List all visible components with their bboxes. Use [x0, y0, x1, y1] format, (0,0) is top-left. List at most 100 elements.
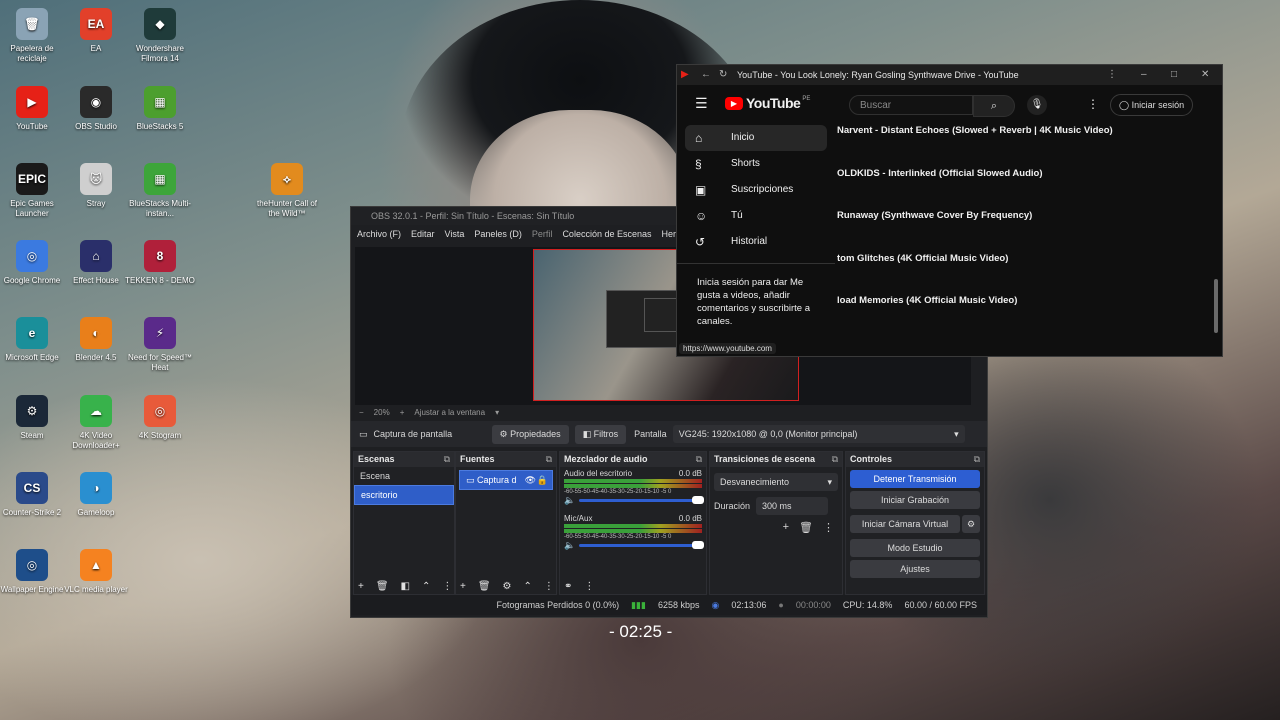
add-icon[interactable]: +: [358, 581, 364, 592]
desktop-icon[interactable]: e Microsoft Edge: [0, 317, 67, 363]
desktop-icon[interactable]: ⌂ Effect House: [61, 240, 131, 286]
desktop-icon[interactable]: ▶ YouTube: [0, 86, 67, 132]
move-up-icon[interactable]: ⌃: [524, 581, 532, 592]
desktop-icon[interactable]: ⟡ theHunter Call of the Wild™: [252, 163, 322, 219]
speaker-icon[interactable]: 🔈: [564, 540, 575, 551]
desktop-icon[interactable]: ☁ 4K Video Downloader+: [61, 395, 131, 451]
desktop-icon[interactable]: ◐ Blender 4.5: [61, 317, 131, 363]
more-icon[interactable]: ⋮: [584, 581, 594, 592]
desktop-icon[interactable]: ◆ Wondershare Filmora 14: [125, 8, 195, 64]
more-icon[interactable]: ⋮: [1107, 65, 1117, 85]
properties-button[interactable]: ⚙ Propiedades: [491, 424, 569, 444]
link-icon[interactable]: ⚭: [564, 581, 572, 592]
desktop-icon[interactable]: ◉ OBS Studio: [61, 86, 131, 132]
reload-icon[interactable]: ↻: [719, 65, 727, 85]
maximize-icon[interactable]: □: [1171, 65, 1177, 85]
desktop-icon[interactable]: ▦ BlueStacks Multi-instan...: [125, 163, 195, 219]
guide-item-tu[interactable]: ☺ Tú: [685, 203, 827, 229]
guide-item-inicio[interactable]: ⌂ Inicio: [685, 125, 827, 151]
transition-select[interactable]: Desvanecimiento ▾: [714, 473, 838, 491]
microphone-icon[interactable]: 🎙: [1027, 95, 1047, 115]
speaker-icon[interactable]: 🔈: [564, 495, 575, 506]
desktop-icon[interactable]: ◎ Wallpaper Engine: [0, 549, 67, 595]
add-icon[interactable]: +: [460, 581, 466, 592]
undock-icon[interactable]: ⧉: [832, 452, 838, 467]
desktop-icon[interactable]: ◎ Google Chrome: [0, 240, 67, 286]
volume-slider-handle[interactable]: [692, 496, 704, 504]
undock-icon[interactable]: ⧉: [546, 452, 552, 467]
gear-icon[interactable]: ⚙: [503, 581, 512, 592]
desktop-icon[interactable]: ⚡ Need for Speed™ Heat: [125, 317, 195, 373]
display-select[interactable]: VG245: 1920x1080 @ 0,0 (Monitor principa…: [672, 425, 965, 443]
menu-perfil[interactable]: Perfil: [532, 225, 553, 243]
source-item[interactable]: ▭ Captura d 👁 🔒: [459, 470, 553, 490]
volume-slider-handle[interactable]: [692, 541, 704, 549]
desktop-icon[interactable]: ⚙ Steam: [0, 395, 67, 441]
lock-icon[interactable]: 🔒: [537, 471, 548, 489]
undock-icon[interactable]: ⧉: [974, 452, 980, 467]
guide-item-suscripciones[interactable]: ▣ Suscripciones: [685, 177, 827, 203]
video-item[interactable]: OLDKIDS - Interlinked (Official Slowed A…: [837, 168, 1197, 211]
volume-slider[interactable]: [579, 496, 704, 504]
studio-mode-button[interactable]: Modo Estudio: [850, 539, 980, 557]
move-up-icon[interactable]: ⌃: [422, 581, 430, 592]
youtube-logo[interactable]: ▶ YouTube PE: [725, 95, 810, 111]
menu-icon[interactable]: ☰: [695, 95, 708, 112]
more-icon[interactable]: ⋮: [442, 581, 452, 592]
undock-icon[interactable]: ⧉: [444, 452, 450, 467]
desktop-icon[interactable]: ▦ BlueStacks 5: [125, 86, 195, 132]
desktop-icon[interactable]: CS Counter-Strike 2: [0, 472, 67, 518]
menu-coleccion-escenas[interactable]: Colección de Escenas: [562, 225, 651, 243]
chevron-down-icon[interactable]: ▾: [495, 408, 499, 417]
zoom-fit[interactable]: Ajustar a la ventana: [414, 408, 485, 417]
scene-item-selected[interactable]: escritorio: [354, 485, 454, 505]
menu-archivo[interactable]: Archivo (F): [357, 225, 401, 243]
more-icon[interactable]: ⋮: [544, 581, 554, 592]
desktop-icon[interactable]: EPIC Epic Games Launcher: [0, 163, 67, 219]
scrollbar[interactable]: [1214, 279, 1218, 333]
guide-item-shorts[interactable]: § Shorts: [685, 151, 827, 177]
guide-item-historial[interactable]: ↺ Historial: [685, 229, 827, 255]
back-icon[interactable]: ←: [701, 65, 711, 85]
menu-editar[interactable]: Editar: [411, 225, 435, 243]
duration-input[interactable]: 300 ms: [756, 497, 829, 515]
add-icon[interactable]: +: [783, 521, 789, 534]
zoom-out-button[interactable]: −: [359, 408, 364, 417]
trash-icon[interactable]: 🗑: [478, 581, 491, 592]
stop-streaming-button[interactable]: Detener Transmisión: [850, 470, 980, 488]
video-item[interactable]: Runaway (Synthwave Cover By Frequency): [837, 210, 1197, 253]
menu-vista[interactable]: Vista: [445, 225, 465, 243]
zoom-in-button[interactable]: +: [400, 408, 405, 417]
trash-icon[interactable]: 🗑: [799, 521, 813, 534]
eye-icon[interactable]: 👁: [525, 471, 536, 489]
volume-slider[interactable]: [579, 541, 704, 549]
desktop-icon[interactable]: ◎ 4K Stogram: [125, 395, 195, 441]
video-item[interactable]: load Memories (4K Official Music Video): [837, 295, 1197, 338]
start-recording-button[interactable]: Iniciar Grabación: [850, 491, 980, 509]
filter-icon[interactable]: ◧: [401, 581, 410, 592]
desktop-icon[interactable]: EA EA: [61, 8, 131, 54]
undock-icon[interactable]: ⧉: [696, 452, 702, 467]
desktop-icon[interactable]: 🗑 Papelera de reciclaje: [0, 8, 67, 64]
search-icon[interactable]: ⌕: [973, 95, 1015, 117]
desktop-icon[interactable]: ◑ Gameloop: [61, 472, 131, 518]
gear-icon[interactable]: ⚙: [962, 515, 980, 533]
scene-item[interactable]: Escena: [354, 467, 454, 485]
settings-button[interactable]: Ajustes: [850, 560, 980, 578]
signin-button[interactable]: ◯ Iniciar sesión: [1110, 94, 1194, 116]
youtube-title-bar[interactable]: ▶ ← ↻ YouTube - You Look Lonely: Ryan Go…: [677, 65, 1222, 85]
desktop-icon[interactable]: 8 TEKKEN 8 - DEMO: [125, 240, 195, 286]
minimize-icon[interactable]: –: [1141, 65, 1147, 85]
desktop-icon[interactable]: ▲ VLC media player: [61, 549, 131, 595]
more-icon[interactable]: ⋮: [1087, 97, 1099, 111]
more-icon[interactable]: ⋮: [823, 521, 834, 534]
video-item[interactable]: tom Glitches (4K Official Music Video): [837, 253, 1197, 296]
filters-button[interactable]: ◧ Filtros: [574, 424, 627, 444]
search-input[interactable]: Buscar: [849, 95, 973, 115]
desktop-icon[interactable]: 🐱 Stray: [61, 163, 131, 209]
close-icon[interactable]: ✕: [1201, 65, 1209, 85]
trash-icon[interactable]: 🗑: [376, 581, 389, 592]
video-item[interactable]: Narvent - Distant Echoes (Slowed + Rever…: [837, 125, 1197, 168]
start-virtual-camera-button[interactable]: Iniciar Cámara Virtual: [850, 515, 960, 533]
menu-paneles[interactable]: Paneles (D): [474, 225, 522, 243]
